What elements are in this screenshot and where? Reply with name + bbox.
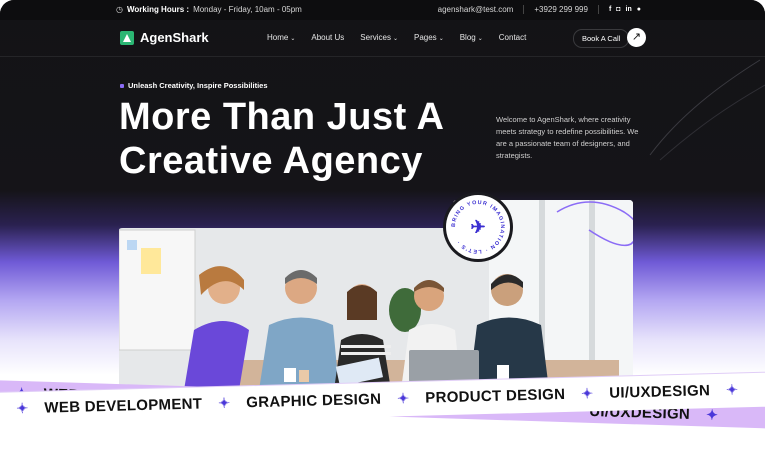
- working-hours-value: Monday - Friday, 10am - 05pm: [193, 5, 302, 14]
- sparkle-icon: ✦: [581, 385, 594, 402]
- facebook-icon[interactable]: f: [609, 6, 611, 13]
- linkedin-icon[interactable]: in: [626, 6, 632, 13]
- nav-item-about[interactable]: About Us: [311, 33, 344, 42]
- brand-name: AgenShark: [140, 30, 209, 45]
- ribbon-label: UI/UXDESIGN: [609, 382, 711, 402]
- sparkle-icon: ✦: [16, 400, 29, 417]
- chevron-down-icon: ⌄: [290, 36, 296, 42]
- headline-line-2: Creative Agency: [119, 140, 423, 182]
- nav-item-home[interactable]: Home ⌄: [267, 33, 295, 42]
- hero-intro: Welcome to AgenShark, where creativity m…: [496, 115, 639, 160]
- top-info-bar: ◷ Working Hours : Monday - Friday, 10am …: [0, 0, 765, 20]
- sparkle-icon: ✦: [705, 406, 719, 423]
- nav-item-services[interactable]: Services ⌄: [360, 33, 398, 42]
- headline-line-1: More Than Just A: [119, 96, 445, 138]
- decorative-swirl: [649, 59, 765, 161]
- bullet-icon: [120, 83, 124, 88]
- nav-item-label: Blog: [459, 33, 476, 42]
- ribbon-label: GRAPHIC DESIGN: [246, 390, 382, 412]
- book-a-call-button[interactable]: Book A Call: [573, 29, 630, 48]
- hero-headline: More Than Just A Creative Agency: [119, 95, 444, 183]
- nav-item-label: About Us: [311, 33, 345, 42]
- nav-menu: Home ⌄ About Us Services ⌄ Pages ⌄ Blog ⌄ Co…: [267, 33, 526, 42]
- hero-tagline: Unleash Creativity, Inspire Possibilitie…: [120, 81, 268, 90]
- nav-item-contact[interactable]: Contact: [499, 33, 527, 42]
- paper-plane-icon: ✈: [470, 217, 486, 237]
- clock-icon: ◷: [116, 5, 123, 14]
- nav-item-label: Pages: [414, 33, 437, 42]
- email-link[interactable]: agenshark@test.com: [438, 5, 514, 14]
- phone-link[interactable]: +3929 299 999: [534, 5, 588, 14]
- divider: [523, 5, 525, 14]
- hero-team-photo: [119, 200, 633, 390]
- nav-item-pages[interactable]: Pages ⌄: [414, 33, 444, 42]
- imagination-badge[interactable]: BRING YOUR IMAGINATION · LET'S · ✈: [446, 195, 510, 259]
- logo-icon: [120, 30, 134, 45]
- working-hours: ◷ Working Hours : Monday - Friday, 10am …: [116, 5, 302, 14]
- nav-item-label: Contact: [498, 33, 527, 42]
- sparkle-icon: ✦: [397, 390, 410, 407]
- tagline-text: Unleash Creativity, Inspire Possibilitie…: [128, 81, 268, 90]
- nav-item-label: Services: [360, 33, 391, 42]
- main-nav: AgenShark Home ⌄ About Us Services ⌄ Pages…: [0, 20, 765, 57]
- ribbon-label: PRODUCT DESIGN: [425, 385, 566, 407]
- working-hours-label: Working Hours :: [126, 5, 190, 14]
- whatsapp-icon[interactable]: ●: [637, 6, 641, 13]
- page: ◷ Working Hours : Monday - Friday, 10am …: [0, 0, 765, 470]
- contact-info: agenshark@test.com +3929 299 999 f ◘ in …: [438, 5, 641, 14]
- nav-item-blog[interactable]: Blog ⌄: [460, 33, 483, 42]
- sparkle-icon: ✦: [725, 381, 739, 398]
- arrow-up-right-icon[interactable]: ↗: [627, 28, 646, 47]
- chevron-down-icon: ⌄: [438, 36, 444, 42]
- ribbon-label: WEB DEVELOPMENT: [44, 395, 203, 417]
- chevron-down-icon: ⌄: [392, 36, 398, 42]
- sparkle-icon: ✦: [218, 394, 231, 412]
- divider: [597, 5, 599, 14]
- chevron-down-icon: ⌄: [477, 36, 483, 42]
- social-links: f ◘ in ●: [609, 6, 641, 13]
- nav-item-label: Home: [267, 33, 289, 42]
- brand-logo[interactable]: AgenShark: [120, 30, 209, 45]
- instagram-icon[interactable]: ◘: [616, 6, 620, 13]
